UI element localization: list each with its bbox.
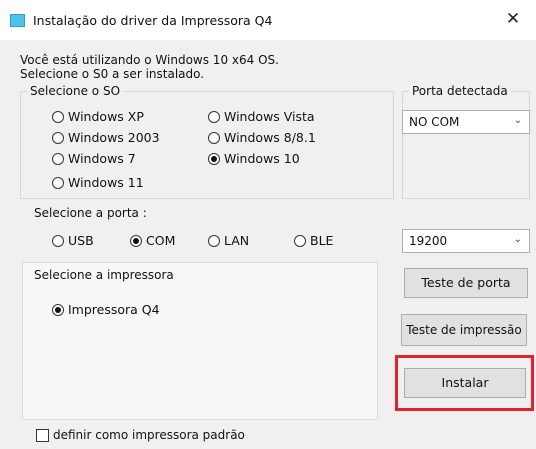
radio-windows-10[interactable]: Windows 10 xyxy=(208,151,300,166)
radio-circle-selected xyxy=(130,234,142,247)
window-title: Instalação do driver da Impressora Q4 xyxy=(33,13,273,28)
radio-port-lan[interactable]: LAN xyxy=(208,233,249,248)
radio-windows-7[interactable]: Windows 7 xyxy=(52,151,136,166)
radio-circle-selected xyxy=(52,303,64,316)
radio-port-usb[interactable]: USB xyxy=(52,233,94,248)
radio-port-com[interactable]: COM xyxy=(130,233,175,248)
radio-label: Impressora Q4 xyxy=(68,302,160,317)
radio-circle xyxy=(208,131,220,144)
radio-printer-q4[interactable]: Impressora Q4 xyxy=(52,302,160,317)
chevron-down-icon: ⌄ xyxy=(513,234,522,245)
app-icon xyxy=(10,14,25,27)
os-info-line1: Você está utilizando o Windows 10 x64 OS… xyxy=(20,53,279,67)
radio-label: LAN xyxy=(224,233,250,248)
radio-circle xyxy=(52,176,64,189)
port-detected-select[interactable]: NO COM ⌄ xyxy=(402,110,530,134)
radio-port-ble[interactable]: BLE xyxy=(294,233,333,248)
radio-label: Windows 7 xyxy=(68,151,136,166)
test-port-button[interactable]: Teste de porta xyxy=(404,268,528,298)
radio-label: Windows 11 xyxy=(68,175,144,190)
radio-label: BLE xyxy=(310,233,334,248)
port-detected-groupbox xyxy=(402,91,530,199)
test-print-button[interactable]: Teste de impressão xyxy=(401,314,527,346)
default-printer-label: definir como impressora padrão xyxy=(53,428,245,442)
chevron-down-icon: ⌄ xyxy=(513,115,522,126)
radio-circle xyxy=(294,234,306,247)
radio-label: Windows 8/8.1 xyxy=(224,130,316,145)
install-button[interactable]: Instalar xyxy=(404,368,526,398)
radio-circle xyxy=(52,152,64,165)
close-icon[interactable]: ✕ xyxy=(490,0,536,40)
radio-label: USB xyxy=(68,233,94,248)
installer-window: Instalação do driver da Impressora Q4 ✕ … xyxy=(0,0,536,449)
radio-windows-8[interactable]: Windows 8/8.1 xyxy=(208,130,316,145)
radio-label: COM xyxy=(146,233,176,248)
radio-label: Windows 10 xyxy=(224,151,300,166)
radio-label: Windows 2003 xyxy=(68,130,160,145)
radio-circle xyxy=(52,110,64,123)
printer-panel xyxy=(22,262,378,420)
os-group-label: Selecione o SO xyxy=(27,84,124,98)
radio-circle xyxy=(52,131,64,144)
printer-group-label: Selecione a impressora xyxy=(34,268,174,282)
os-info-line2: Selecione o S0 a ser instalado. xyxy=(20,67,205,81)
default-printer-checkbox[interactable] xyxy=(36,429,49,442)
port-detected-label: Porta detectada xyxy=(409,84,511,98)
radio-label: Windows Vista xyxy=(224,109,315,124)
radio-circle xyxy=(52,234,64,247)
title-bar: Instalação do driver da Impressora Q4 ✕ xyxy=(0,0,536,40)
radio-windows-xp[interactable]: Windows XP xyxy=(52,109,144,124)
radio-windows-11[interactable]: Windows 11 xyxy=(52,175,144,190)
radio-windows-2003[interactable]: Windows 2003 xyxy=(52,130,160,145)
radio-circle-selected xyxy=(208,152,220,165)
radio-windows-vista[interactable]: Windows Vista xyxy=(208,109,315,124)
baud-rate-select[interactable]: 19200 ⌄ xyxy=(402,229,530,253)
radio-circle xyxy=(208,110,220,123)
baud-rate-value: 19200 xyxy=(409,234,448,248)
port-detected-value: NO COM xyxy=(409,115,460,129)
radio-label: Windows XP xyxy=(68,109,144,124)
port-group-label: Selecione a porta : xyxy=(34,206,147,220)
radio-circle xyxy=(208,234,220,247)
